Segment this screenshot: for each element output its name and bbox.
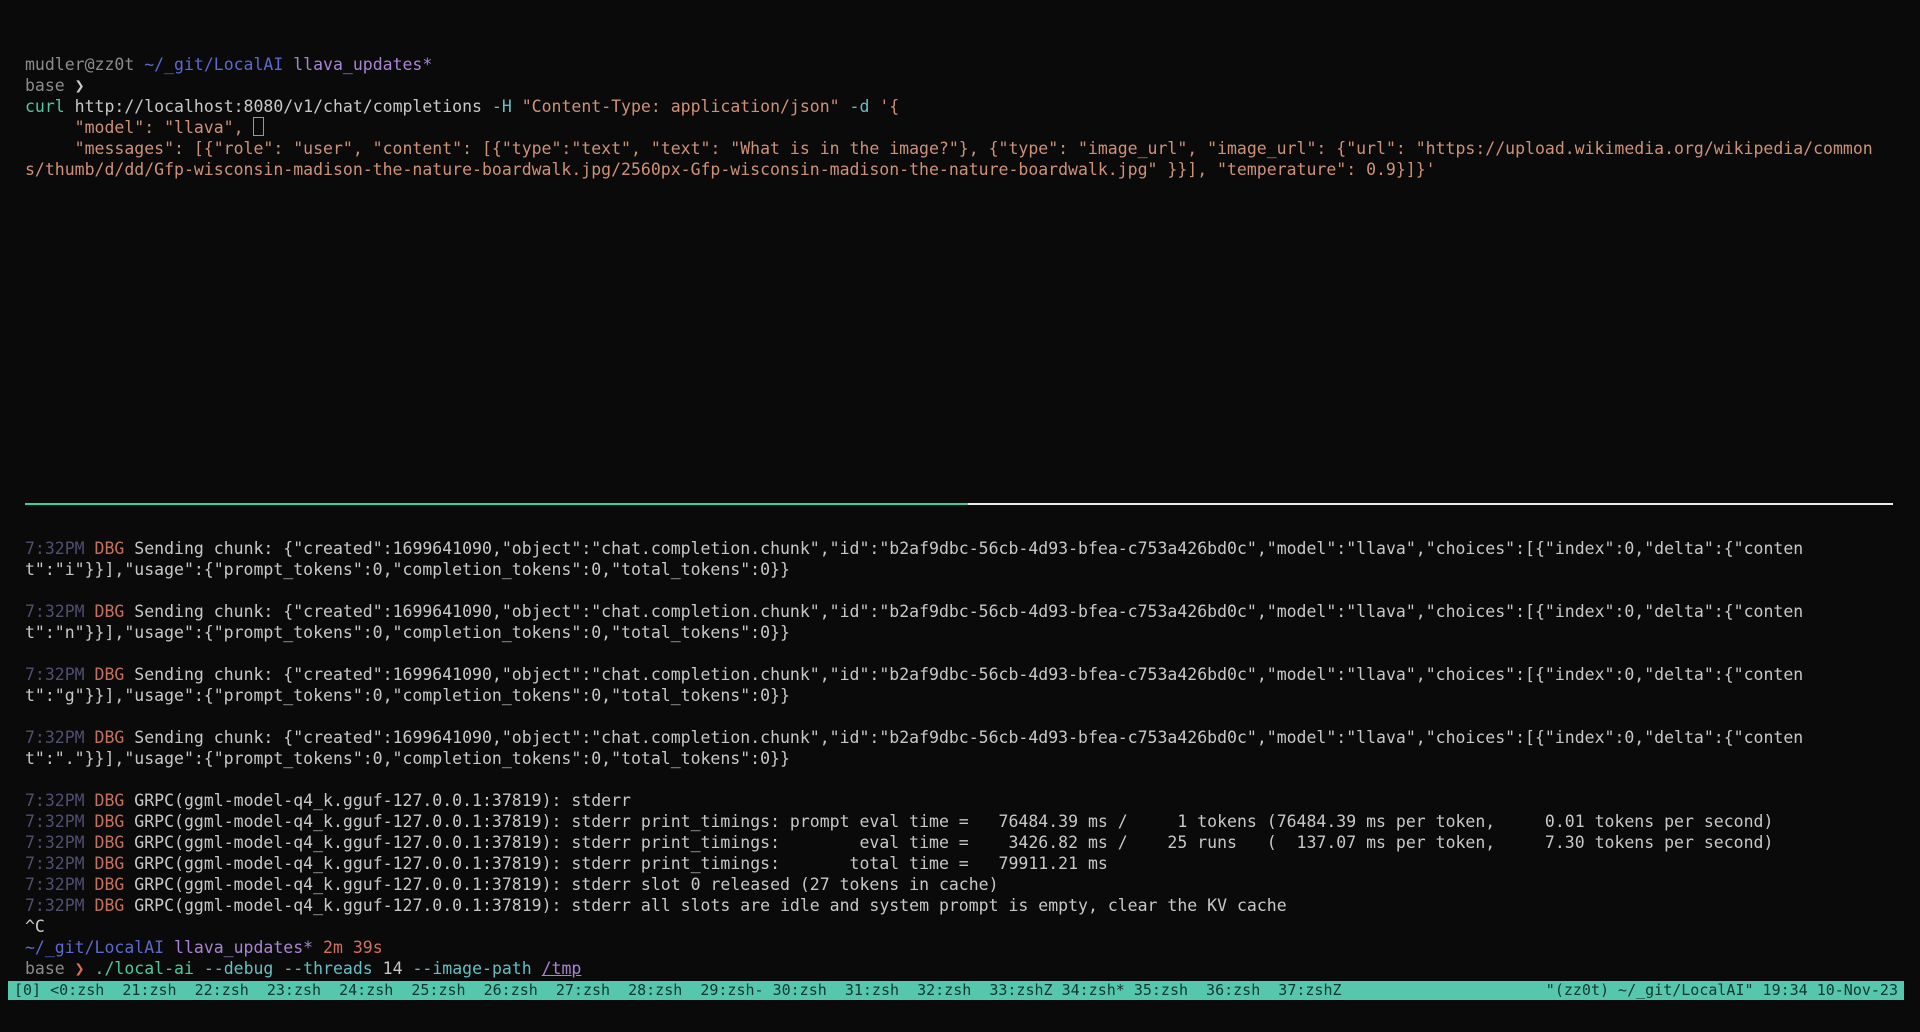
terminal-line: 7:32PM DBG GRPC(ggml-model-q4_k.gguf-127… [25,895,1877,916]
text-segment: 7:32PM [25,875,95,894]
terminal-line: "model": "llava", [25,117,1877,138]
text-segment [512,97,522,116]
text-segment: DBG [95,602,135,621]
text-segment: llava_updates* [283,55,432,74]
terminal-line: mudler@zz0t ~/_git/LocalAI llava_updates… [25,54,1877,75]
text-segment: Sending chunk: {"created":1699641090,"ob… [25,539,1803,579]
text-segment: --image-path [412,959,531,978]
terminal-line: 7:32PM DBG GRPC(ggml-model-q4_k.gguf-127… [25,832,1877,853]
text-segment: 7:32PM [25,539,95,558]
terminal-line: 7:32PM DBG Sending chunk: {"created":169… [25,538,1877,580]
text-segment: ~/_git/LocalAI [25,938,164,957]
text-segment: 7:32PM [25,728,95,747]
text-segment: GRPC(ggml-model-q4_k.gguf-127.0.0.1:3781… [134,875,998,894]
terminal-line: base ❯ ./local-ai --debug --threads 14 -… [25,958,1877,979]
text-segment: 7:32PM [25,791,95,810]
terminal-line: curl http://localhost:8080/v1/chat/compl… [25,96,1877,117]
terminal-line: 7:32PM DBG GRPC(ggml-model-q4_k.gguf-127… [25,853,1877,874]
text-segment: 7:32PM [25,602,95,621]
text-segment: GRPC(ggml-model-q4_k.gguf-127.0.0.1:3781… [134,896,1286,915]
text-segment: 7:32PM [25,854,95,873]
terminal-line: 7:32PM DBG Sending chunk: {"created":169… [25,601,1877,643]
text-segment: DBG [95,812,135,831]
text-segment: DBG [95,875,135,894]
text-segment: 7:32PM [25,833,95,852]
text-segment: base [25,959,75,978]
text-segment: GRPC(ggml-model-q4_k.gguf-127.0.0.1:3781… [134,812,1773,831]
tmux-session-info: "(zz0t) ~/_git/LocalAI" 19:34 10-Nov-23 [1546,981,1898,1000]
text-segment: DBG [95,896,135,915]
pane-divider[interactable] [0,503,1920,505]
text-segment: DBG [95,833,135,852]
text-segment: Sending chunk: {"created":1699641090,"ob… [25,602,1803,642]
terminal-line [25,643,1877,664]
text-segment: /tmp [542,959,582,978]
text-segment: -H [492,97,512,116]
text-segment: ❯ [75,959,95,978]
terminal-line: ^C [25,916,1877,937]
text-segment: -d [850,97,870,116]
terminal-line: 7:32PM DBG Sending chunk: {"created":169… [25,664,1877,706]
text-segment [273,959,283,978]
top-terminal-pane[interactable]: mudler@zz0t ~/_git/LocalAI llava_updates… [25,54,1877,180]
terminal-line [25,706,1877,727]
text-segment: ./local-ai [95,959,194,978]
text-segment: "Content-Type: application/json" [522,97,840,116]
text-segment: base [25,76,75,95]
text-segment: ~/_git/LocalAI [144,55,283,74]
text-segment: ❯ [75,76,85,95]
text-segment: curl [25,97,65,116]
terminal-line [25,769,1877,790]
text-segment: 7:32PM [25,665,95,684]
text-segment: --debug [204,959,274,978]
text-segment: GRPC(ggml-model-q4_k.gguf-127.0.0.1:3781… [134,791,641,810]
text-segment: "model": "llava", [25,118,253,137]
text-segment: Sending chunk: {"created":1699641090,"ob… [25,728,1803,768]
text-segment: DBG [95,539,135,558]
text-segment: 2m 39s [313,938,383,957]
text-segment: 7:32PM [25,812,95,831]
text-segment [532,959,542,978]
tmux-window-list[interactable]: [0] <0:zsh 21:zsh 22:zsh 23:zsh 24:zsh 2… [14,981,1342,1000]
text-segment: --threads [283,959,372,978]
text-segment: http://localhost:8080/v1/chat/completion… [65,97,492,116]
text-segment: '{ [879,97,899,116]
text-segment: llava_updates* [164,938,313,957]
text-segment: ^C [25,917,45,936]
text-segment: DBG [95,728,135,747]
text-segment: Sending chunk: {"created":1699641090,"ob… [25,665,1803,705]
terminal-cursor [253,117,264,136]
text-segment [840,97,850,116]
log-terminal-pane[interactable]: 7:32PM DBG Sending chunk: {"created":169… [25,538,1877,979]
text-segment: GRPC(ggml-model-q4_k.gguf-127.0.0.1:3781… [134,854,1108,873]
terminal-line: ~/_git/LocalAI llava_updates* 2m 39s [25,937,1877,958]
terminal-line: 7:32PM DBG GRPC(ggml-model-q4_k.gguf-127… [25,874,1877,895]
pane-divider-active-segment [25,503,968,505]
text-segment: 7:32PM [25,896,95,915]
text-segment [869,97,879,116]
text-segment: DBG [95,665,135,684]
terminal-line: base ❯ [25,75,1877,96]
text-segment: DBG [95,791,135,810]
terminal-line: 7:32PM DBG GRPC(ggml-model-q4_k.gguf-127… [25,790,1877,811]
text-segment: 14 [373,959,413,978]
text-segment [194,959,204,978]
pane-divider-inactive-segment [968,503,1893,505]
text-segment: GRPC(ggml-model-q4_k.gguf-127.0.0.1:3781… [134,833,1773,852]
terminal-line: 7:32PM DBG Sending chunk: {"created":169… [25,727,1877,769]
text-segment: "messages": [{"role": "user", "content":… [25,139,1873,179]
terminal-line [25,580,1877,601]
tmux-status-bar: [0] <0:zsh 21:zsh 22:zsh 23:zsh 24:zsh 2… [8,981,1904,1000]
terminal-line: "messages": [{"role": "user", "content":… [25,138,1877,180]
text-segment: mudler@zz0t [25,55,144,74]
terminal-line: 7:32PM DBG GRPC(ggml-model-q4_k.gguf-127… [25,811,1877,832]
text-segment: DBG [95,854,135,873]
terminal-window: mudler@zz0t ~/_git/LocalAI llava_updates… [0,0,1920,1032]
